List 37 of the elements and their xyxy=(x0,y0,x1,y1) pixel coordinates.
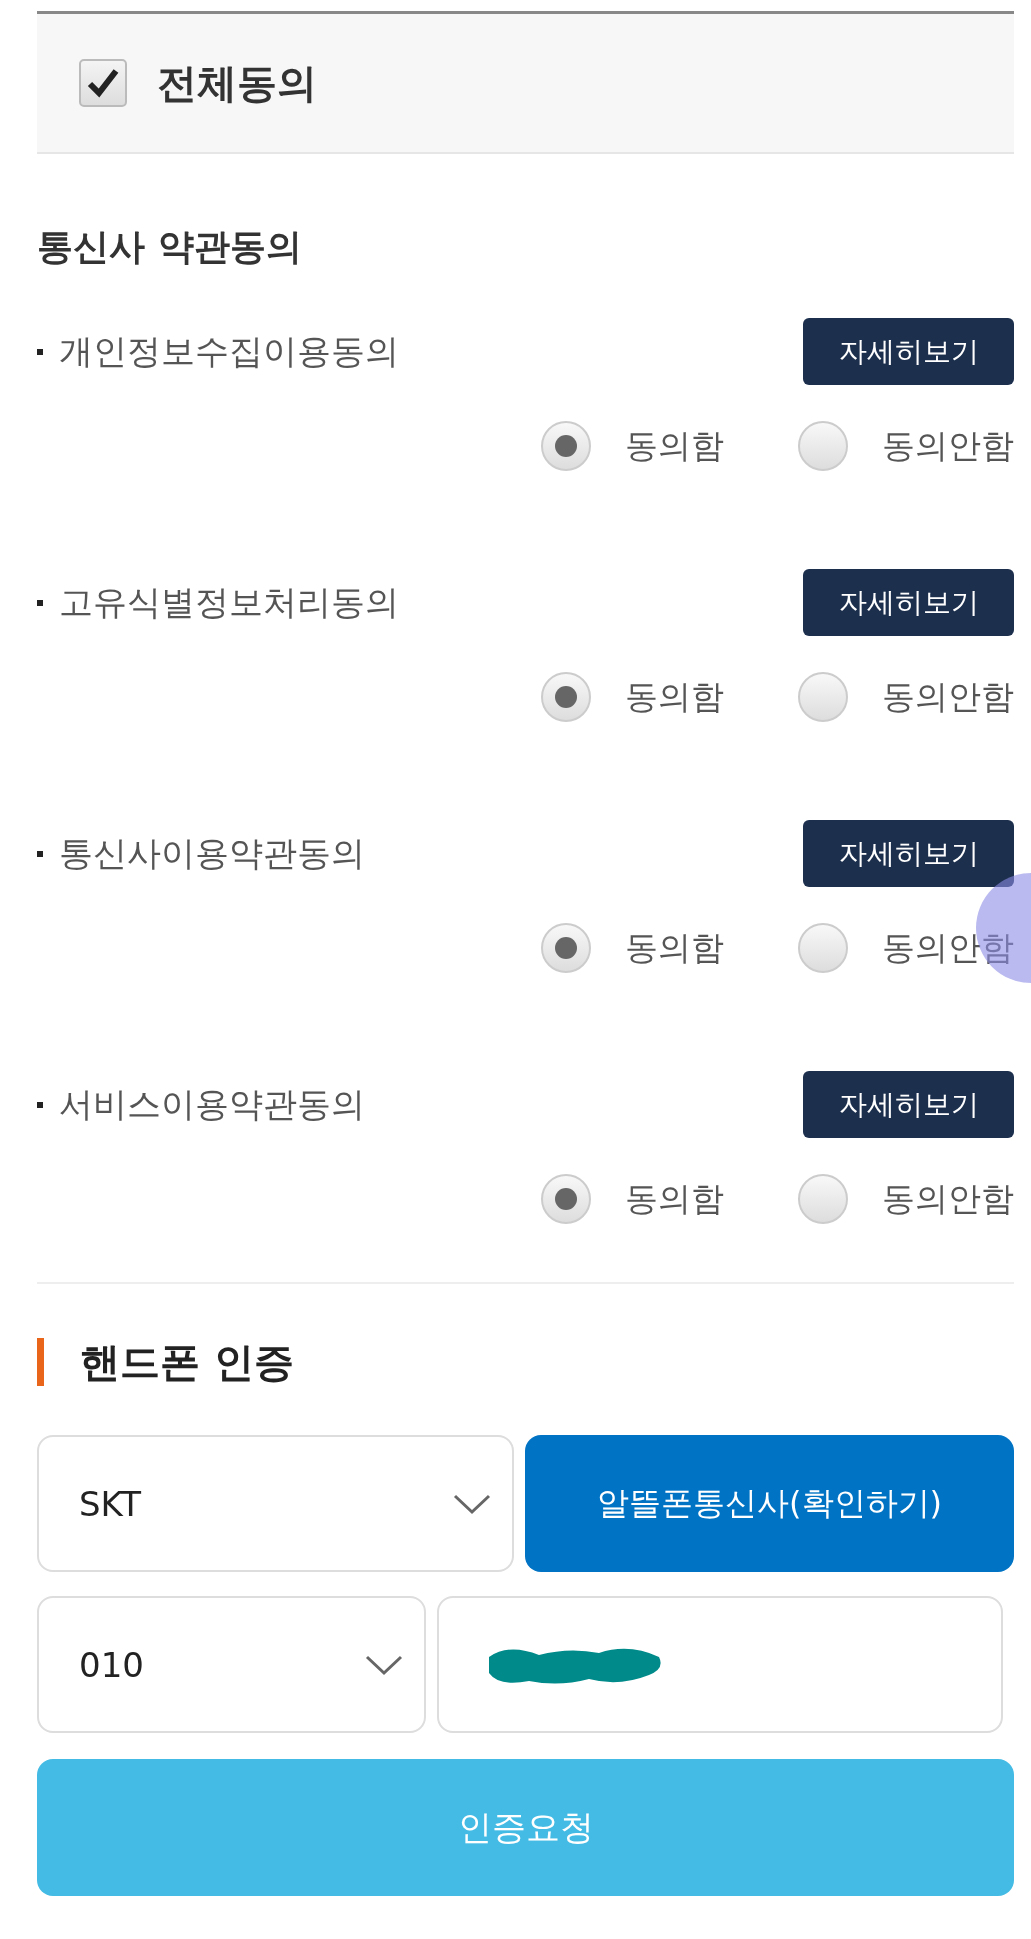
radio-label: 동의안함 xyxy=(882,926,1014,969)
consent-title: 서비스이용약관동의 xyxy=(59,1082,365,1126)
agree-all-label: 전체동의 xyxy=(157,58,317,108)
mvno-button[interactable]: 알뜰폰통신사(확인하기) xyxy=(525,1435,1014,1572)
radio-label: 동의함 xyxy=(625,926,724,969)
consent-title: 통신사이용약관동의 xyxy=(59,831,365,875)
bullet-icon xyxy=(37,348,43,355)
radio-label: 동의함 xyxy=(625,424,724,467)
section-title: 핸드폰 인증 xyxy=(80,1337,294,1387)
radio-label: 동의안함 xyxy=(882,1177,1014,1220)
accent-bar xyxy=(37,1338,44,1386)
radio-button[interactable] xyxy=(541,421,591,471)
radio-label: 동의함 xyxy=(625,675,724,718)
detail-button[interactable]: 자세히보기 xyxy=(803,820,1014,887)
bullet-icon xyxy=(37,1101,43,1108)
bullet-icon xyxy=(37,599,43,606)
prefix-select[interactable]: 010 xyxy=(37,1596,426,1733)
detail-button[interactable]: 자세히보기 xyxy=(803,318,1014,385)
radio-button[interactable] xyxy=(541,1174,591,1224)
section-title: 통신사 약관동의 xyxy=(37,225,303,269)
radio-label: 동의안함 xyxy=(882,424,1014,467)
radio-button[interactable] xyxy=(798,421,848,471)
radio-button[interactable] xyxy=(798,1174,848,1224)
consent-title: 개인정보수집이용동의 xyxy=(59,329,399,373)
radio-button[interactable] xyxy=(798,923,848,973)
radio-button[interactable] xyxy=(541,923,591,973)
carrier-select[interactable]: SKT xyxy=(37,1435,514,1572)
detail-button[interactable]: 자세히보기 xyxy=(803,569,1014,636)
radio-label: 동의안함 xyxy=(882,675,1014,718)
agree-all-checkbox[interactable] xyxy=(79,59,127,107)
radio-label: 동의함 xyxy=(625,1177,724,1220)
bullet-icon xyxy=(37,850,43,857)
detail-button[interactable]: 자세히보기 xyxy=(803,1071,1014,1138)
radio-button[interactable] xyxy=(798,672,848,722)
consent-title: 고유식별정보처리동의 xyxy=(59,580,399,624)
radio-button[interactable] xyxy=(541,672,591,722)
phone-number-field[interactable] xyxy=(437,1596,1003,1733)
